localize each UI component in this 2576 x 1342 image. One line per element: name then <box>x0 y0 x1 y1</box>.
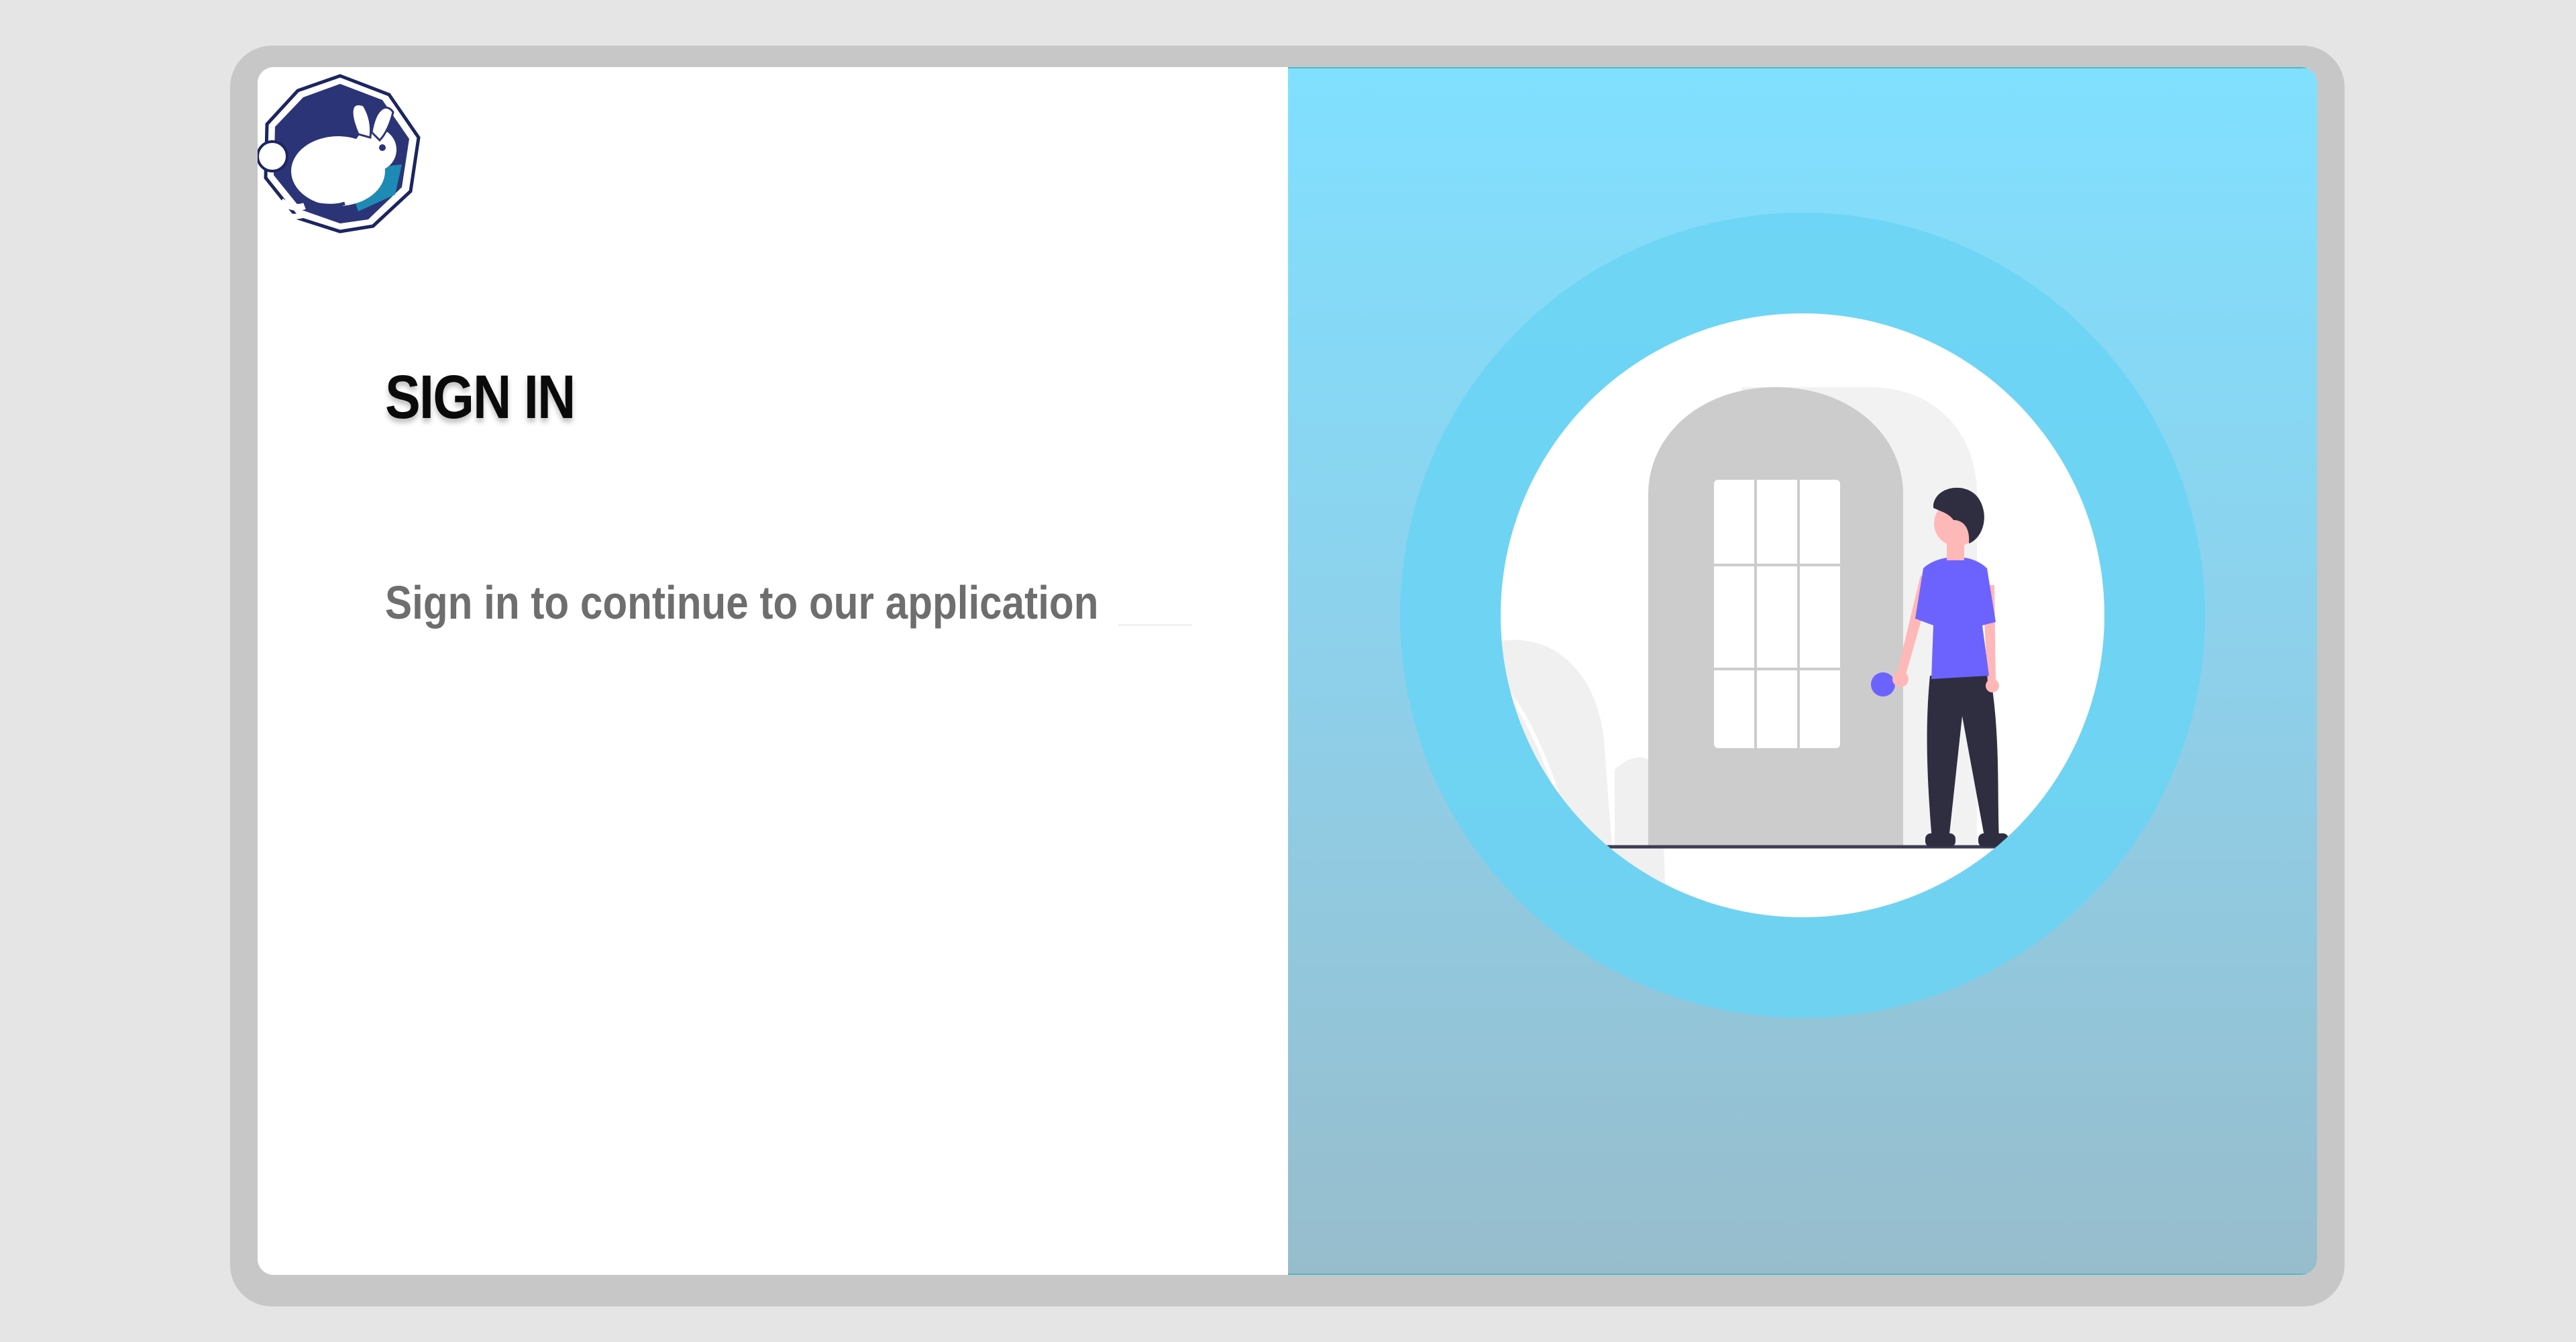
page-subtitle: Sign in to continue to our application <box>385 576 1099 629</box>
page-title: SIGN IN <box>385 363 576 431</box>
person-at-door-illustration <box>1400 213 2205 1018</box>
login-form-panel: SIGN IN Sign in to continue to our appli… <box>258 67 1288 1275</box>
rabbit-logo-icon <box>258 70 423 236</box>
illustration-panel <box>1288 67 2317 1275</box>
divider <box>1118 624 1192 626</box>
login-card: SIGN IN Sign in to continue to our appli… <box>258 67 2317 1275</box>
